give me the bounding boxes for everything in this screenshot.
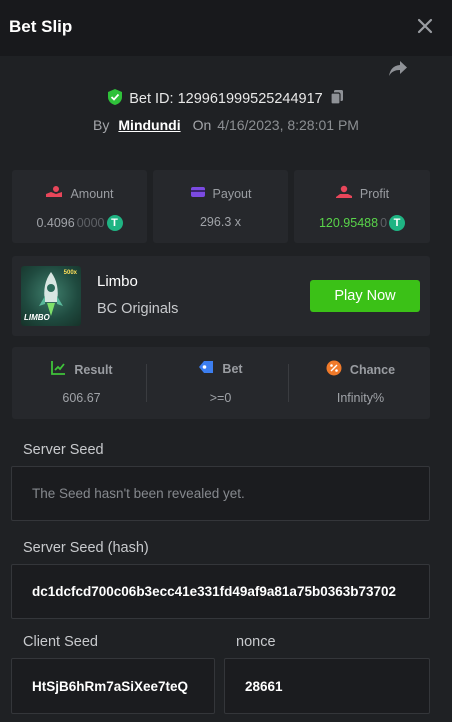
client-seed-label: Client Seed <box>23 634 98 650</box>
amount-icon <box>45 185 63 202</box>
server-seed-label: Server Seed <box>23 442 104 458</box>
profit-label: Profit <box>359 186 390 201</box>
chance-value: Infinity% <box>336 391 385 405</box>
bet-tag-icon <box>198 360 214 377</box>
results-card: Result 606.67 Bet >=0 Chance Infinity% <box>12 347 430 419</box>
profit-value: 120.95488 <box>318 216 379 230</box>
payout-label: Payout <box>212 186 252 201</box>
close-icon[interactable] <box>413 14 437 38</box>
amount-label: Amount <box>70 186 114 201</box>
server-seed-hash-label: Server Seed (hash) <box>23 540 149 556</box>
game-provider: BC Originals <box>97 301 179 317</box>
chance-stat: Chance Infinity% <box>291 347 430 419</box>
nonce-field[interactable]: 28661 <box>224 658 430 714</box>
bet-id-row: Bet ID: 129961999525244917 <box>0 88 452 110</box>
share-icon[interactable] <box>386 56 410 80</box>
payout-value: 296.3 x <box>199 215 241 229</box>
game-thumb-badge: 500x <box>63 270 77 276</box>
bet-stat: Bet >=0 <box>151 347 290 419</box>
copy-icon[interactable] <box>329 89 345 110</box>
game-card: 500x LIMBO Limbo BC Originals Play Now <box>12 256 430 336</box>
chance-label: Chance <box>349 362 396 377</box>
bet-value: >=0 <box>209 391 232 405</box>
divider <box>146 364 147 402</box>
profit-icon <box>335 185 353 202</box>
bet-byline: By Mindundi On 4/16/2023, 8:28:01 PM <box>0 115 452 135</box>
server-seed-hash-field[interactable]: dc1dcfcd700c06b3ecc41e331fd49af9a81a75b0… <box>11 564 430 619</box>
user-link[interactable]: Mindundi <box>118 117 180 133</box>
verified-shield-icon <box>107 88 123 111</box>
game-thumb-logo: LIMBO <box>24 313 50 322</box>
nonce-label: nonce <box>236 634 276 650</box>
game-thumbnail[interactable]: 500x LIMBO <box>21 266 81 326</box>
profit-value-trailing: 0 <box>380 216 388 230</box>
amount-value: 0.4096 <box>36 216 75 230</box>
by-label: By <box>93 117 110 133</box>
server-seed-field[interactable]: The Seed hasn't been revealed yet. <box>11 466 430 521</box>
game-name: Limbo <box>97 273 138 290</box>
divider <box>288 364 289 402</box>
payout-card: Payout 296.3 x <box>153 170 288 243</box>
amount-value-trailing: 0000 <box>76 216 105 230</box>
on-label: On <box>192 117 212 133</box>
bet-slip-title: Bet Slip <box>9 17 73 36</box>
percent-icon <box>326 360 342 379</box>
play-now-button[interactable]: Play Now <box>310 280 420 312</box>
result-value: 606.67 <box>62 391 101 405</box>
result-icon <box>50 360 66 379</box>
result-label: Result <box>74 362 113 377</box>
amount-card: Amount 0.4096 0000 T <box>12 170 147 243</box>
coin-icon: T <box>389 215 406 231</box>
bet-label: Bet <box>222 361 243 376</box>
client-seed-field[interactable]: HtSjB6hRm7aSiXee7teQ <box>11 658 215 714</box>
result-stat: Result 606.67 <box>12 347 151 419</box>
bet-id: Bet ID: 129961999525244917 <box>129 91 323 107</box>
payout-icon <box>190 185 206 202</box>
profit-card: Profit 120.95488 0 T <box>294 170 430 243</box>
bet-datetime: 4/16/2023, 8:28:01 PM <box>217 117 359 133</box>
bet-slip-header: Bet Slip <box>0 0 452 56</box>
coin-icon: T <box>106 215 123 231</box>
